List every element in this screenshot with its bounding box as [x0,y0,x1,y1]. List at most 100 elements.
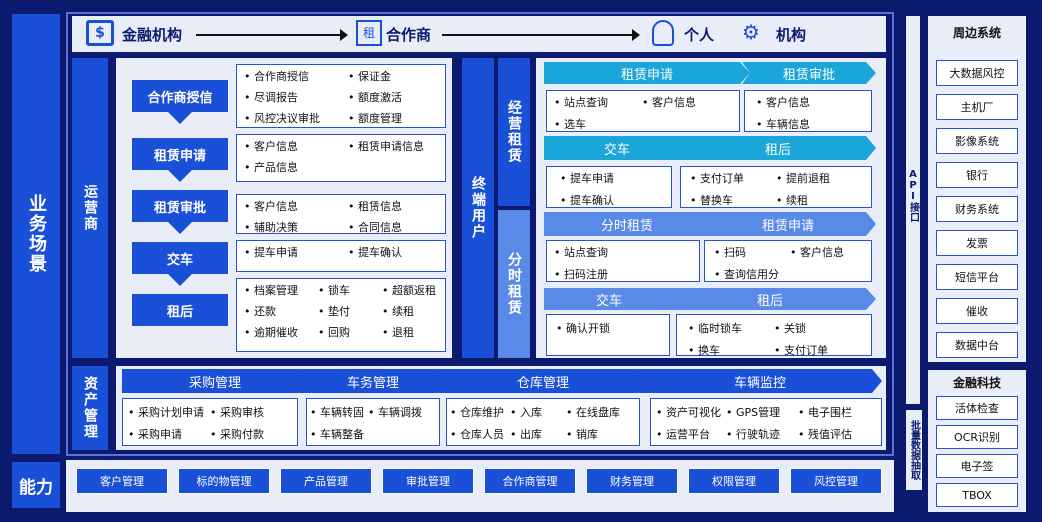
fintech-item[interactable]: 活体检查 [936,396,1018,420]
capability-2[interactable]: 产品管理 [280,468,372,494]
op-after-item: 替换车 [690,192,733,208]
peripheral-item[interactable]: 影像系统 [936,128,1018,154]
ops-step-item: 续租 [382,303,414,319]
op-after-item: 续租 [776,192,808,208]
ops-step-item: 租赁申请信息 [348,138,424,154]
arrow-head-1 [340,29,348,41]
procure-item: 采购审核 [210,404,264,420]
monitor-item: 资产可视化 [656,404,721,420]
time-apply-item: 客户信息 [790,244,844,260]
api-label: API接口 [907,168,919,222]
ops-step-item: 尽调报告 [244,89,298,105]
time-delivery-item: 确认开锁 [556,320,610,336]
peripheral-item[interactable]: 发票 [936,230,1018,256]
warehouse-item: 仓库维护 [450,404,504,420]
ops-step-3: 交车 [132,242,228,274]
capability-1[interactable]: 标的物管理 [178,468,270,494]
monitor-item: 残值评估 [798,426,852,442]
time-after-item: 临时锁车 [688,320,742,336]
capability-3[interactable]: 审批管理 [382,468,474,494]
capability-label: 能力 [12,462,60,508]
op-approve-item: 车辆信息 [756,116,810,132]
ops-step-item: 垫付 [318,303,350,319]
time-lease-label: 分时租赁 [498,210,530,358]
peripheral-item[interactable]: 银行 [936,162,1018,188]
ops-step-item: 锁车 [318,282,350,298]
partner-label: 合作商 [386,26,432,44]
finance-icon: $ [86,20,114,46]
ops-step-item: 客户信息 [244,138,298,154]
capability-7[interactable]: 风控管理 [790,468,882,494]
arrow-head-2 [632,29,640,41]
ops-step-item: 租赁信息 [348,198,402,214]
monitor-item: GPS管理 [726,404,780,420]
op-flow-approve: 租赁审批 [742,62,876,84]
time-after-item: 关锁 [774,320,806,336]
op-flow-delivery: 交车 [544,136,690,160]
ops-step-item: 合同信息 [348,219,402,235]
vehicle-item: 车辆转固 [310,404,364,420]
asset-head-monitor: 车辆监控 [638,369,882,393]
ops-step-item: 超额返租 [382,282,436,298]
business-scenario-label: 业务场景 [12,14,60,454]
ops-step-item: 合作商授信 [244,68,309,84]
warehouse-item: 在线盘库 [566,404,620,420]
ops-step-item: 辅助决策 [244,219,298,235]
peripheral-item[interactable]: 催收 [936,298,1018,324]
operating-lease-label: 经营租赁 [498,58,530,206]
capability-6[interactable]: 权限管理 [688,468,780,494]
capability-4[interactable]: 合作商管理 [484,468,576,494]
procure-item: 采购申请 [128,426,182,442]
op-after-item: 支付订单 [690,170,744,186]
op-flow-apply: 租赁申请 [544,62,750,84]
peripheral-item[interactable]: 主机厂 [936,94,1018,120]
fintech-title: 金融科技 [952,376,1001,390]
op-delivery-item: 提车申请 [560,170,614,186]
asset-head-procure: 采购管理 [122,369,308,393]
warehouse-item: 入库 [510,404,542,420]
warehouse-item: 出库 [510,426,542,442]
peripheral-item[interactable]: 短信平台 [936,264,1018,290]
arrow-line-1 [196,34,342,36]
down-arrow-icon [168,112,192,124]
ops-step-item: 提车申请 [244,244,298,260]
ops-step-item: 退租 [382,324,414,340]
ops-step-item: 风控决议审批 [244,110,320,126]
peripheral-item[interactable]: 大数据风控 [936,60,1018,86]
fintech-item[interactable]: OCR识别 [936,425,1018,449]
ops-step-item: 回购 [318,324,350,340]
time-apply-item: 扫码 [714,244,746,260]
down-arrow-icon [168,222,192,234]
header-bar: $ 金融机构 租 合作商 个人 ⚙ 机构 [72,16,886,52]
peripheral-item[interactable]: 财务系统 [936,196,1018,222]
op-apply-item: 客户信息 [642,94,696,110]
down-arrow-icon [168,274,192,286]
fintech-item[interactable]: 电子签 [936,454,1018,478]
time-lease-item: 扫码注册 [554,266,608,282]
vehicle-item: 车辆调拨 [368,404,422,420]
capability-0[interactable]: 客户管理 [76,468,168,494]
asset-head-vehicle: 车务管理 [298,369,448,393]
down-arrow-icon [168,170,192,182]
peripheral-title: 周边系统 [952,26,1001,40]
vehicle-item: 车辆整备 [310,426,364,442]
monitor-item: 电子围栏 [798,404,852,420]
fintech-item[interactable]: TBOX [936,483,1018,507]
time-flow-lease: 分时租赁 [544,212,710,236]
ops-step-item: 额度管理 [348,110,402,126]
asset-head-warehouse: 仓库管理 [438,369,648,393]
person-icon [652,20,674,46]
operator-label: 运营商 [72,58,108,358]
ops-step-item: 客户信息 [244,198,298,214]
op-apply-item: 站点查询 [554,94,608,110]
capability-5[interactable]: 财务管理 [586,468,678,494]
ops-step-2: 租赁审批 [132,190,228,222]
ops-step-item: 档案管理 [244,282,298,298]
ops-step-item: 额度激活 [348,89,402,105]
time-lease-item: 站点查询 [554,244,608,260]
institution-label: 机构 [776,26,807,44]
arrow-line-2 [442,34,634,36]
peripheral-item[interactable]: 数据中台 [936,332,1018,358]
wrench-icon: ⚙ [742,20,760,44]
time-after-item: 支付订单 [774,342,828,358]
